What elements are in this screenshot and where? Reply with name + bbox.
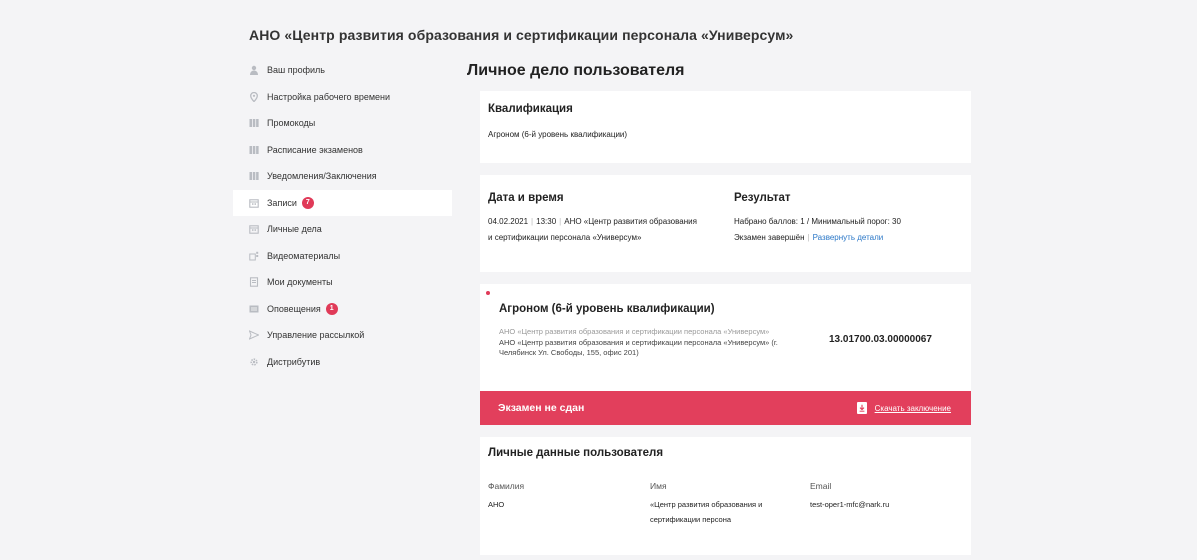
sidebar-item-records[interactable]: Записи 7 [233, 189, 452, 216]
name-value: «Центр развития образования и сертификац… [650, 497, 762, 527]
surname-value: АНО [488, 500, 505, 509]
grid-icon [249, 118, 259, 128]
sidebar-item-label: Записи [267, 197, 297, 208]
download-conclusion-label: Скачать заключение [874, 403, 951, 413]
sidebar-item-promocodes[interactable]: Промокоды [233, 110, 452, 137]
expand-details-link[interactable]: Развернуть детали [813, 233, 884, 242]
sidebar-item-personal-files[interactable]: Личные дела [233, 216, 452, 243]
status-dot [486, 291, 490, 295]
document-icon [249, 277, 259, 287]
exam-date: 04.02.2021 [488, 217, 529, 226]
personal-data-heading: Личные данные пользователя [488, 447, 664, 459]
sidebar-item-work-time[interactable]: Настройка рабочего времени [233, 84, 452, 111]
email-value: test-oper1-mfc@nark.ru [810, 500, 890, 509]
sidebar-item-label: Личные дела [267, 224, 322, 235]
exam-organization: АНО «Центр развития образования и сертиф… [499, 327, 789, 359]
calendar-icon [249, 198, 259, 208]
surname-label: Фамилия [488, 481, 525, 491]
sidebar-item-exam-schedule[interactable]: Расписание экзаменов [233, 137, 452, 164]
certificate-code: 13.01700.03.00000067 [829, 334, 932, 345]
notifications-count-badge: 1 [325, 302, 338, 315]
exam-result-card: Агроном (6-й уровень квалификации) АНО «… [480, 284, 971, 425]
page-title: Личное дело пользователя [467, 62, 685, 79]
sidebar-item-label: Оповещения [267, 303, 321, 314]
result-column: Результат Набрано баллов: 1 / Минимальны… [734, 192, 964, 246]
sidebar-item-label: Настройка рабочего времени [267, 91, 391, 102]
calendar-icon [249, 224, 259, 235]
organization-title: АНО «Центр развития образования и сертиф… [249, 27, 794, 43]
sidebar-item-label: Уведомления/Заключения [267, 171, 377, 182]
exam-datetime-card: Дата и время 04.02.2021 | 13:30 | АНО «Центр… [480, 175, 971, 272]
email-column: Email test-oper1-mfc@nark.ru [810, 481, 889, 512]
datetime-details: 04.02.2021 | 13:30 | АНО «Центр развития обр… [488, 217, 697, 242]
sidebar-item-label: Дистрибутив [267, 356, 321, 367]
exam-status-text: Экзамен завершён [734, 233, 805, 242]
sidebar-item-notifications[interactable]: Оповещения 1 [233, 296, 452, 323]
exam-org-line1: АНО «Центр развития образования [564, 217, 697, 226]
exam-org-primary: АНО «Центр развития образования и сертиф… [499, 327, 770, 336]
exam-failed-status: Экзамен не сдан [498, 402, 585, 414]
sidebar-item-label: Промокоды [267, 118, 316, 129]
sidebar-item-label: Ваш профиль [267, 65, 325, 76]
download-conclusion-button[interactable]: Скачать заключение [856, 402, 951, 414]
personal-data-card: Личные данные пользователя Фамилия АНО И… [480, 437, 971, 555]
name-value-line1: «Центр развития образования и [650, 500, 763, 509]
name-label: Имя [650, 481, 667, 491]
score-text: Набрано баллов: 1 / Минимальный порог: 3… [734, 217, 901, 226]
surname-column: Фамилия АНО [488, 481, 524, 512]
grid-icon [249, 171, 259, 181]
download-file-icon [856, 402, 867, 414]
result-heading: Результат [734, 192, 791, 204]
exam-time: 13:30 [536, 217, 557, 226]
qualification-heading: Квалификация [488, 103, 573, 115]
sidebar-item-label: Управление рассылкой [267, 330, 365, 341]
sidebar-item-notices[interactable]: Уведомления/Заключения [233, 163, 452, 190]
sidebar-item-distribution[interactable]: Дистрибутив [233, 349, 452, 376]
location-pin-icon [249, 91, 259, 102]
qualification-card: Квалификация Агроном (6-й уровень квалиф… [480, 91, 971, 163]
records-count-badge: 7 [301, 196, 314, 209]
datetime-column: Дата и время 04.02.2021 | 13:30 | АНО «Центр… [488, 192, 733, 246]
user-icon [249, 65, 259, 76]
qualification-value: Агроном (6-й уровень квалификации) [488, 130, 628, 139]
sidebar-item-my-documents[interactable]: Мои документы [233, 269, 452, 296]
exam-org-address: АНО «Центр развития образования и сертиф… [499, 337, 778, 358]
result-details: Набрано баллов: 1 / Минимальный порог: 3… [734, 217, 901, 242]
sidebar-item-mailing[interactable]: Управление рассылкой [233, 322, 452, 349]
notifications-icon [249, 304, 259, 314]
name-value-line2: сертификации персона [650, 515, 732, 524]
exam-status-bar: Экзамен не сдан Скачать заключение [480, 391, 971, 425]
datetime-heading: Дата и время [488, 192, 564, 204]
email-label: Email [810, 481, 832, 491]
sidebar-item-label: Мои документы [267, 277, 333, 288]
sidebar-item-profile[interactable]: Ваш профиль [233, 57, 452, 84]
gear-icon [249, 357, 259, 367]
sidebar-item-label: Расписание экзаменов [267, 144, 363, 155]
sidebar: Ваш профиль Настройка рабочего времени П… [233, 57, 452, 375]
send-icon [249, 330, 259, 341]
video-icon [249, 251, 259, 261]
name-column: Имя «Центр развития образования и сертиф… [650, 481, 762, 527]
sidebar-item-videos[interactable]: Видеоматериалы [233, 243, 452, 270]
grid-icon [249, 145, 259, 155]
exam-qualification-title: Агроном (6-й уровень квалификации) [499, 303, 715, 315]
sidebar-item-label: Видеоматериалы [267, 250, 341, 261]
exam-org-line2: и сертификации персонала «Универсум» [488, 233, 642, 242]
